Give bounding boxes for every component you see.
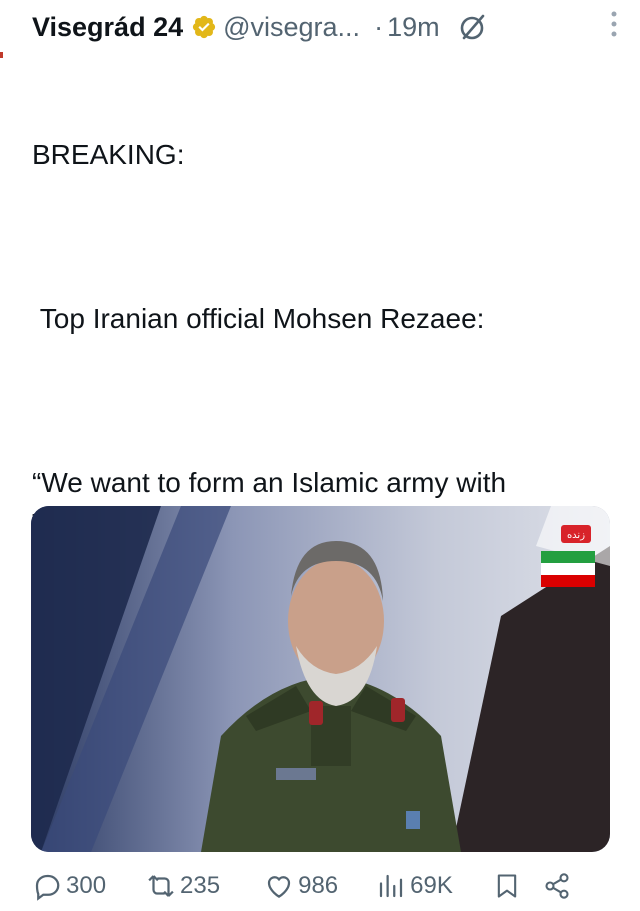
media-image: زنده	[31, 506, 610, 852]
action-bar: 300 235 986 69K	[32, 866, 620, 906]
repost-icon	[148, 875, 174, 897]
like-icon	[267, 876, 291, 898]
reply-icon	[35, 874, 60, 901]
more-options-icon[interactable]	[610, 9, 618, 39]
reply-count: 300	[66, 872, 107, 899]
bookmark-icon[interactable]	[493, 872, 521, 900]
tweet-media[interactable]: زنده	[31, 506, 610, 852]
like-count: 986	[298, 872, 339, 899]
views-icon	[380, 874, 403, 898]
tweet-paragraph: Top Iranian official Mohsen Rezaee:	[32, 303, 485, 334]
verified-badge-icon	[193, 15, 216, 39]
tweet-header: Visegrád 24 @visegra... · 19m	[32, 6, 620, 48]
views-count: 69K	[410, 872, 453, 899]
grok-icon[interactable]	[458, 12, 488, 42]
live-badge-text: زنده	[567, 530, 585, 541]
views-button[interactable]: 69K	[376, 871, 453, 901]
tweet-paragraph: BREAKING:	[32, 139, 185, 170]
repost-count: 235	[180, 872, 221, 899]
repost-button[interactable]: 235	[146, 871, 220, 901]
share-icon[interactable]	[543, 872, 571, 900]
like-button[interactable]: 986	[264, 871, 338, 901]
reply-button[interactable]: 300	[32, 871, 106, 901]
author-name[interactable]: Visegrád 24	[32, 12, 183, 43]
timestamp[interactable]: 19m	[387, 12, 440, 43]
author-handle[interactable]: @visegra...	[223, 12, 360, 43]
separator-dot: ·	[374, 11, 384, 42]
edge-artifact	[0, 52, 3, 58]
